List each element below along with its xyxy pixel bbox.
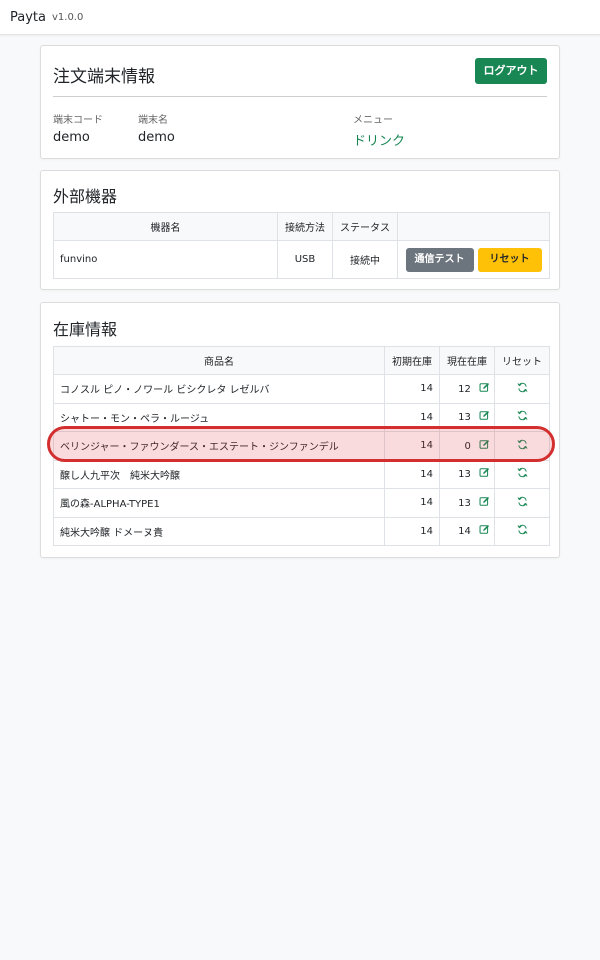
current-stock: 13	[458, 497, 471, 509]
current-stock: 13	[458, 469, 471, 481]
stock-info-card: 在庫情報 商品名 初期在庫 現在在庫 リセット コノスル ピノ・ノワール ビシク…	[40, 302, 560, 558]
current-stock-cell: 0	[439, 431, 495, 461]
product-name: ベリンジャー・ファウンダース・エステート・ジンファンデル	[53, 431, 385, 461]
device-name: funvino	[53, 240, 278, 279]
initial-stock: 14	[384, 374, 440, 404]
device-method: USB	[277, 240, 333, 279]
device-reset-button[interactable]: リセット	[477, 247, 542, 272]
refresh-icon[interactable]	[517, 524, 528, 538]
terminal-name-value: demo	[138, 130, 175, 145]
stock-row: コノスル ピノ・ノワール ビシクレタ レゼルバ 14 12	[53, 374, 550, 404]
device-status: 接続中	[332, 240, 398, 279]
terminal-name-label: 端末名	[138, 115, 168, 126]
stock-row: 純米大吟醸 ドメーヌ貴 14 14	[53, 516, 550, 546]
reset-cell	[494, 402, 550, 432]
edit-icon[interactable]	[479, 410, 490, 424]
product-name: 純米大吟醸 ドメーヌ貴	[53, 516, 385, 546]
header-initial-stock: 初期在庫	[384, 346, 440, 375]
header-actions	[397, 212, 550, 241]
product-name: コノスル ピノ・ノワール ビシクレタ レゼルバ	[53, 374, 385, 404]
product-name: 風の森-ALPHA-TYPE1	[53, 488, 385, 518]
initial-stock: 14	[384, 402, 440, 432]
header-device-name: 機器名	[53, 212, 278, 241]
devices-table: 機器名 接続方法 ステータス funvino USB 接続中 通信テスト リセット	[53, 212, 550, 279]
reset-cell	[494, 459, 550, 489]
connection-test-button[interactable]: 通信テスト	[405, 247, 474, 272]
edit-icon[interactable]	[479, 496, 490, 510]
current-stock-cell: 13	[439, 402, 495, 432]
initial-stock: 14	[384, 431, 440, 461]
initial-stock: 14	[384, 459, 440, 489]
reset-cell	[494, 374, 550, 404]
product-name: 醸し人九平次 純米大吟醸	[53, 459, 385, 489]
edit-icon[interactable]	[479, 382, 490, 396]
current-stock-cell: 12	[439, 374, 495, 404]
edit-icon[interactable]	[479, 439, 490, 453]
current-stock-cell: 14	[439, 516, 495, 546]
stock-row: 風の森-ALPHA-TYPE1 14 13	[53, 488, 550, 518]
devices-header-row: 機器名 接続方法 ステータス	[53, 212, 550, 241]
reset-cell	[494, 516, 550, 546]
menu-label: メニュー	[353, 115, 393, 126]
refresh-icon[interactable]	[517, 382, 528, 396]
reset-cell	[494, 488, 550, 518]
terminal-info-title: 注文端末情報	[53, 67, 155, 87]
stock-row: シャトー・モン・ペラ・ルージュ 14 13	[53, 402, 550, 432]
header-product-name: 商品名	[53, 346, 385, 375]
logout-button[interactable]: ログアウト	[475, 58, 547, 84]
navbar: Payta v1.0.0	[0, 0, 600, 35]
header-current-stock: 現在在庫	[439, 346, 495, 375]
stock-row: ベリンジャー・ファウンダース・エステート・ジンファンデル 14 0	[53, 431, 550, 461]
header-status: ステータス	[332, 212, 398, 241]
header-connection-method: 接続方法	[277, 212, 333, 241]
header-reset: リセット	[494, 346, 550, 375]
app-version: v1.0.0	[51, 11, 84, 23]
refresh-icon[interactable]	[517, 439, 528, 453]
refresh-icon[interactable]	[517, 410, 528, 424]
initial-stock: 14	[384, 488, 440, 518]
external-devices-title: 外部機器	[53, 187, 118, 206]
current-stock: 12	[458, 383, 471, 395]
current-stock-cell: 13	[439, 459, 495, 489]
current-stock: 13	[458, 412, 471, 424]
terminal-code-label: 端末コード	[53, 115, 103, 126]
edit-icon[interactable]	[479, 524, 490, 538]
divider	[53, 96, 547, 97]
stock-header-row: 商品名 初期在庫 現在在庫 リセット	[53, 346, 550, 375]
current-stock: 14	[458, 526, 471, 538]
stock-row: 醸し人九平次 純米大吟醸 14 13	[53, 459, 550, 489]
device-row: funvino USB 接続中 通信テスト リセット	[53, 240, 550, 279]
stock-table: 商品名 初期在庫 現在在庫 リセット コノスル ピノ・ノワール ビシクレタ レゼ…	[53, 346, 550, 546]
device-actions: 通信テスト リセット	[397, 240, 550, 279]
initial-stock: 14	[384, 516, 440, 546]
menu-value: ドリンク	[353, 134, 406, 149]
edit-icon[interactable]	[479, 467, 490, 481]
refresh-icon[interactable]	[517, 467, 528, 481]
app-brand[interactable]: Payta	[10, 10, 46, 25]
stock-info-title: 在庫情報	[53, 320, 118, 339]
terminal-info-card: 注文端末情報 ログアウト 端末コード demo 端末名 demo メニュー ドリ…	[40, 45, 560, 159]
product-name: シャトー・モン・ペラ・ルージュ	[53, 402, 385, 432]
external-devices-card: 外部機器 機器名 接続方法 ステータス funvino USB 接続中 通信テス…	[40, 170, 560, 290]
refresh-icon[interactable]	[517, 496, 528, 510]
reset-cell	[494, 431, 550, 461]
current-stock-cell: 13	[439, 488, 495, 518]
current-stock: 0	[464, 440, 471, 452]
terminal-code-value: demo	[53, 130, 90, 145]
